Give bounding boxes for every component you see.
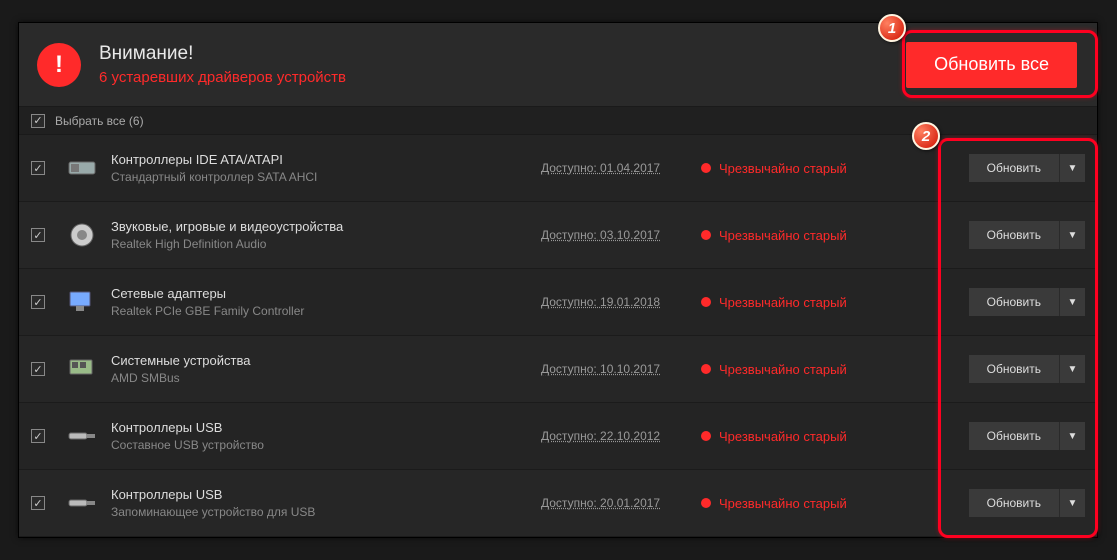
device-category: Контроллеры IDE ATA/ATAPI <box>111 152 541 167</box>
device-name: Realtek High Definition Audio <box>111 237 541 251</box>
driver-row: ✓ Сетевые адаптеры Realtek PCIe GBE Fami… <box>19 269 1097 336</box>
row-checkbox[interactable]: ✓ <box>31 228 45 242</box>
row-actions: Обновить ▼ <box>881 355 1085 383</box>
driver-row: ✓ Звуковые, игровые и видеоустройства Re… <box>19 202 1097 269</box>
device-category: Звуковые, игровые и видеоустройства <box>111 219 541 234</box>
device-category: Контроллеры USB <box>111 420 541 435</box>
update-button[interactable]: Обновить <box>969 422 1059 450</box>
select-all-checkbox[interactable]: ✓ <box>31 114 45 128</box>
row-checkbox[interactable]: ✓ <box>31 161 45 175</box>
driver-row: ✓ Контроллеры USB Запоминающее устройств… <box>19 470 1097 537</box>
status-text: Чрезвычайно старый <box>719 295 847 310</box>
device-icon <box>67 488 97 518</box>
header: ! Внимание! 6 устаревших драйверов устро… <box>19 23 1097 107</box>
warning-icon: ! <box>37 43 81 87</box>
update-button[interactable]: Обновить <box>969 288 1059 316</box>
device-text: Системные устройства AMD SMBus <box>111 353 541 385</box>
update-dropdown-button[interactable]: ▼ <box>1059 154 1085 182</box>
update-dropdown-button[interactable]: ▼ <box>1059 221 1085 249</box>
update-all-button[interactable]: Обновить все <box>906 42 1077 88</box>
device-text: Контроллеры IDE ATA/ATAPI Стандартный ко… <box>111 152 541 184</box>
device-icon <box>67 153 97 183</box>
device-text: Звуковые, игровые и видеоустройства Real… <box>111 219 541 251</box>
device-icon <box>67 287 97 317</box>
device-category: Системные устройства <box>111 353 541 368</box>
device-icon <box>67 421 97 451</box>
callout-badge-2: 2 <box>912 122 940 150</box>
status-dot-icon <box>701 364 711 374</box>
available-link[interactable]: Доступно: 03.10.2017 <box>541 228 701 242</box>
driver-row: ✓ Контроллеры USB Составное USB устройст… <box>19 403 1097 470</box>
device-category: Сетевые адаптеры <box>111 286 541 301</box>
update-dropdown-button[interactable]: ▼ <box>1059 355 1085 383</box>
status-text: Чрезвычайно старый <box>719 161 847 176</box>
status-dot-icon <box>701 297 711 307</box>
update-button[interactable]: Обновить <box>969 154 1059 182</box>
status-dot-icon <box>701 230 711 240</box>
status-text: Чрезвычайно старый <box>719 362 847 377</box>
select-all-label: Выбрать все (6) <box>55 114 144 128</box>
update-dropdown-button[interactable]: ▼ <box>1059 422 1085 450</box>
available-link[interactable]: Доступно: 01.04.2017 <box>541 161 701 175</box>
driver-row: ✓ Системные устройства AMD SMBus Доступн… <box>19 336 1097 403</box>
update-button[interactable]: Обновить <box>969 489 1059 517</box>
callout-badge-1: 1 <box>878 14 906 42</box>
row-actions: Обновить ▼ <box>881 221 1085 249</box>
device-name: Realtek PCIe GBE Family Controller <box>111 304 541 318</box>
device-icon <box>67 220 97 250</box>
device-category: Контроллеры USB <box>111 487 541 502</box>
device-name: AMD SMBus <box>111 371 541 385</box>
status-dot-icon <box>701 431 711 441</box>
available-link[interactable]: Доступно: 22.10.2012 <box>541 429 701 443</box>
available-link[interactable]: Доступно: 10.10.2017 <box>541 362 701 376</box>
update-button[interactable]: Обновить <box>969 355 1059 383</box>
row-checkbox[interactable]: ✓ <box>31 429 45 443</box>
header-text: Внимание! 6 устаревших драйверов устройс… <box>99 43 906 86</box>
update-dropdown-button[interactable]: ▼ <box>1059 489 1085 517</box>
header-subtitle: 6 устаревших драйверов устройств <box>99 69 906 86</box>
status-badge: Чрезвычайно старый <box>701 228 881 243</box>
device-text: Сетевые адаптеры Realtek PCIe GBE Family… <box>111 286 541 318</box>
status-badge: Чрезвычайно старый <box>701 295 881 310</box>
device-icon <box>67 354 97 384</box>
status-badge: Чрезвычайно старый <box>701 496 881 511</box>
status-badge: Чрезвычайно старый <box>701 429 881 444</box>
status-text: Чрезвычайно старый <box>719 429 847 444</box>
device-name: Запоминающее устройство для USB <box>111 505 541 519</box>
status-text: Чрезвычайно старый <box>719 228 847 243</box>
row-checkbox[interactable]: ✓ <box>31 295 45 309</box>
status-badge: Чрезвычайно старый <box>701 362 881 377</box>
device-text: Контроллеры USB Запоминающее устройство … <box>111 487 541 519</box>
status-text: Чрезвычайно старый <box>719 496 847 511</box>
available-link[interactable]: Доступно: 19.01.2018 <box>541 295 701 309</box>
status-dot-icon <box>701 163 711 173</box>
status-badge: Чрезвычайно старый <box>701 161 881 176</box>
device-name: Стандартный контроллер SATA AHCI <box>111 170 541 184</box>
row-actions: Обновить ▼ <box>881 422 1085 450</box>
app-window: ! Внимание! 6 устаревших драйверов устро… <box>18 22 1098 538</box>
row-checkbox[interactable]: ✓ <box>31 496 45 510</box>
update-dropdown-button[interactable]: ▼ <box>1059 288 1085 316</box>
header-title: Внимание! <box>99 43 906 65</box>
row-actions: Обновить ▼ <box>881 489 1085 517</box>
row-checkbox[interactable]: ✓ <box>31 362 45 376</box>
device-text: Контроллеры USB Составное USB устройство <box>111 420 541 452</box>
update-button[interactable]: Обновить <box>969 221 1059 249</box>
device-name: Составное USB устройство <box>111 438 541 452</box>
driver-list: ✓ Контроллеры IDE ATA/ATAPI Стандартный … <box>19 135 1097 537</box>
row-actions: Обновить ▼ <box>881 154 1085 182</box>
row-actions: Обновить ▼ <box>881 288 1085 316</box>
status-dot-icon <box>701 498 711 508</box>
available-link[interactable]: Доступно: 20.01.2017 <box>541 496 701 510</box>
